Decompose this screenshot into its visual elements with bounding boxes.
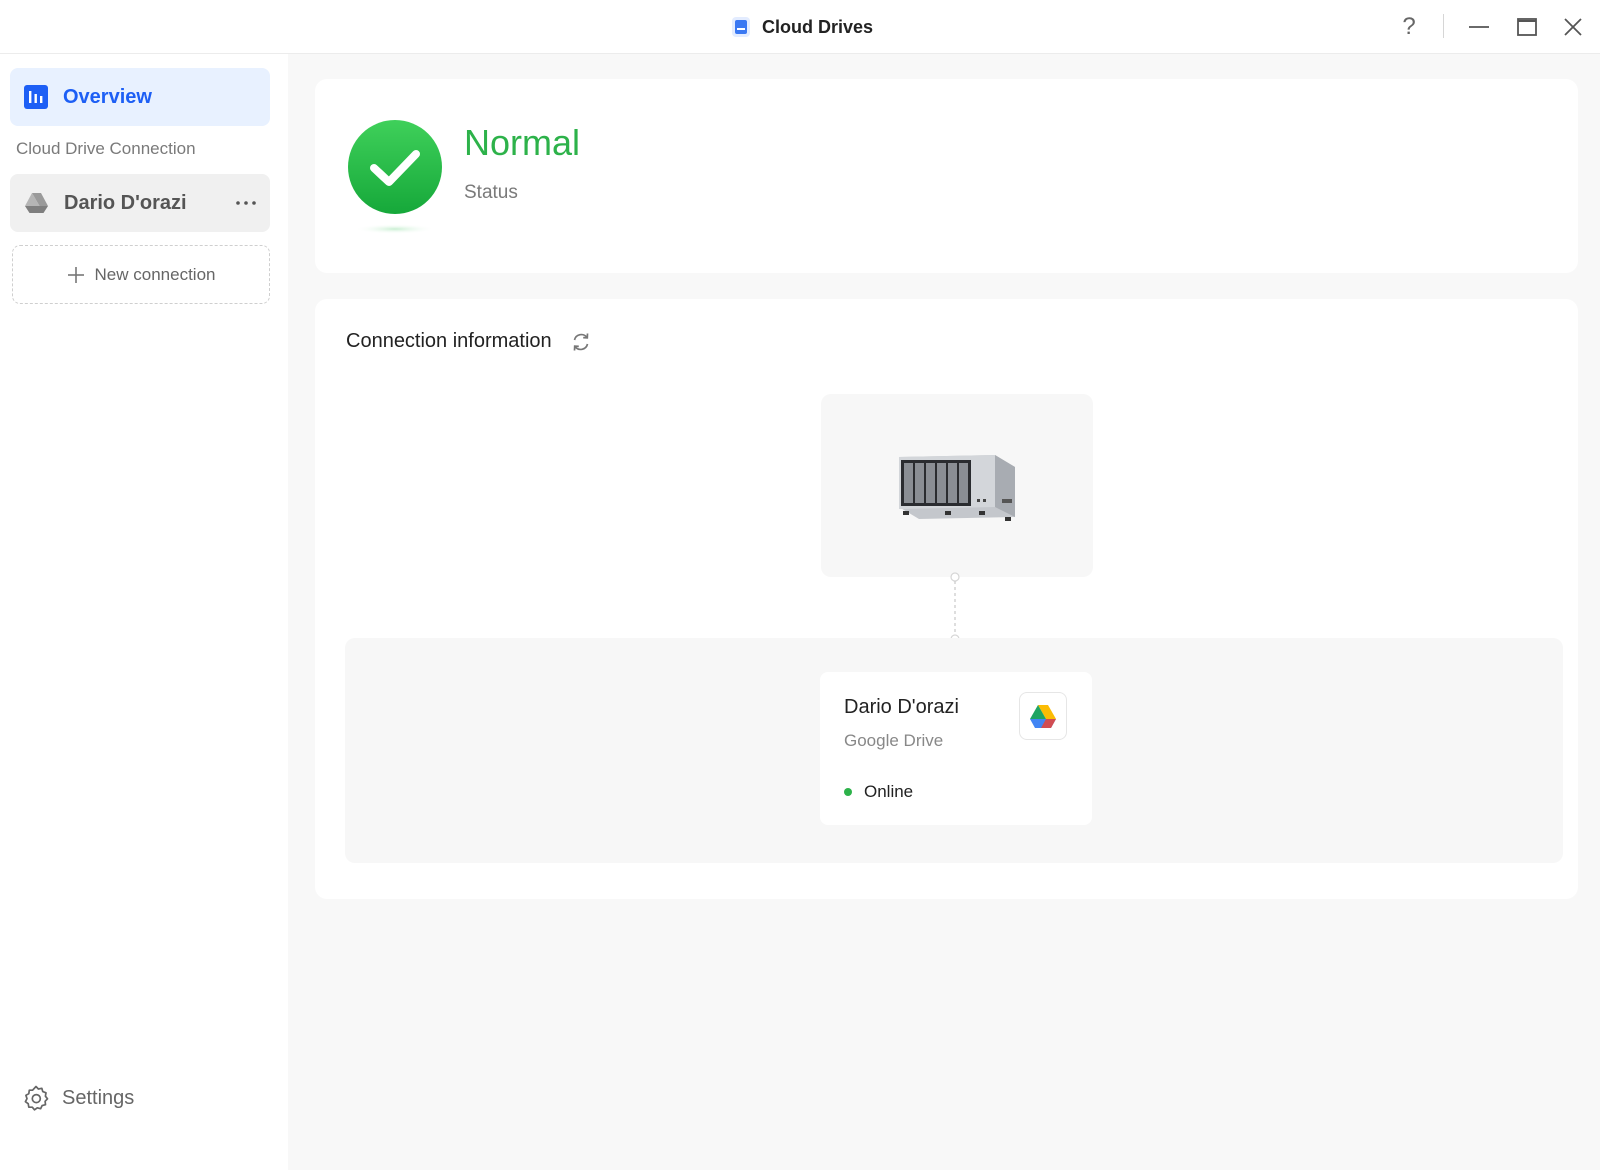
- maximize-button[interactable]: [1512, 12, 1542, 42]
- minimize-button[interactable]: [1464, 12, 1494, 42]
- minimize-icon: [1469, 26, 1489, 28]
- settings-button[interactable]: Settings: [22, 1084, 134, 1112]
- status-title: Normal: [464, 122, 581, 163]
- more-options-button[interactable]: [234, 191, 258, 215]
- cloud-drives-app-icon: [732, 17, 750, 37]
- maximize-icon: [1517, 18, 1537, 36]
- title-bar: Cloud Drives ?: [0, 0, 1600, 54]
- new-connection-label: New connection: [94, 264, 216, 284]
- drive-provider: Google Drive: [844, 731, 944, 750]
- window-title: Cloud Drives: [762, 16, 874, 37]
- window-title-group: Cloud Drives: [730, 14, 873, 40]
- google-drive-logo: [1019, 692, 1067, 740]
- sidebar: Overview Cloud Drive Connection Dario D'…: [0, 54, 288, 1170]
- plus-icon: [67, 266, 84, 283]
- sidebar-item-label: Dario D'orazi: [64, 191, 187, 214]
- drive-status: Online: [864, 782, 914, 801]
- section-label-cloud-drive-connection: Cloud Drive Connection: [16, 139, 196, 158]
- google-drive-icon: [1030, 704, 1056, 728]
- close-icon: [1564, 18, 1582, 36]
- settings-label: Settings: [62, 1086, 135, 1109]
- connection-link-line: [950, 572, 960, 644]
- nas-device-box: [821, 394, 1093, 577]
- help-button[interactable]: ?: [1394, 12, 1424, 42]
- drive-account-name: Dario D'orazi: [844, 696, 959, 718]
- titlebar-divider: [1443, 14, 1444, 38]
- google-drive-icon: [25, 193, 48, 213]
- nas-device-icon: [899, 454, 1015, 521]
- sidebar-item-overview[interactable]: Overview: [10, 68, 270, 126]
- refresh-icon[interactable]: [570, 331, 592, 353]
- connection-info-header: Connection information: [346, 330, 592, 353]
- status-subtitle: Status: [464, 182, 518, 203]
- main-content: Normal Status Connection information Dar…: [288, 54, 1600, 1170]
- check-circle-icon: [348, 120, 442, 234]
- gear-icon: [24, 1085, 49, 1111]
- close-button[interactable]: [1558, 12, 1588, 42]
- help-icon: ?: [1402, 13, 1416, 40]
- connection-info-card: Connection information Dario D'orazi Goo…: [315, 299, 1578, 899]
- sidebar-item-label: Overview: [63, 85, 152, 108]
- more-horizontal-icon: [236, 201, 256, 205]
- sidebar-item-connection[interactable]: Dario D'orazi: [10, 174, 270, 232]
- connection-info-title: Connection information: [346, 330, 552, 352]
- cloud-drive-card[interactable]: Dario D'orazi Google Drive Online: [820, 672, 1092, 825]
- new-connection-button[interactable]: New connection: [12, 245, 270, 304]
- overview-chart-icon: [24, 85, 48, 109]
- online-status-dot: [844, 788, 852, 796]
- cloud-drives-area: Dario D'orazi Google Drive Online: [345, 638, 1563, 863]
- status-card: Normal Status: [315, 79, 1578, 273]
